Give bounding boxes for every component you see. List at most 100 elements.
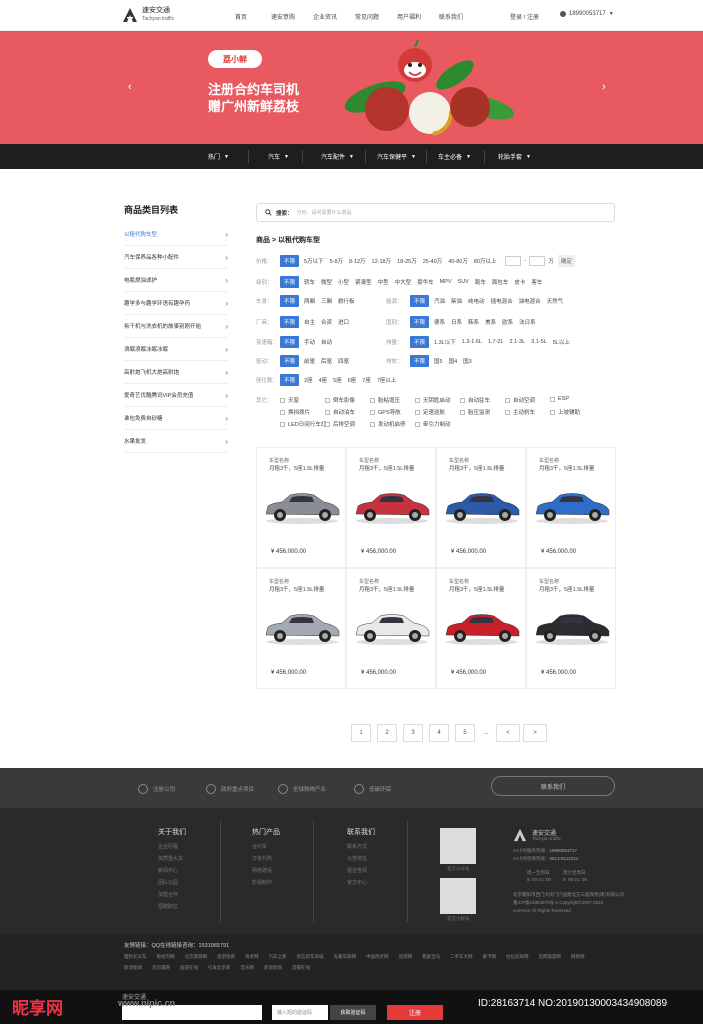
- friend-link[interactable]: 中国改装网: [366, 954, 389, 960]
- filter-option[interactable]: 1.3L以下: [434, 338, 456, 346]
- page-button[interactable]: 2: [377, 724, 397, 742]
- banner-next-icon[interactable]: ›: [602, 81, 606, 93]
- filter-option[interactable]: 韩系: [468, 318, 479, 326]
- filter-option[interactable]: 豪华车: [417, 278, 434, 286]
- filter-option[interactable]: 汽油: [434, 297, 445, 305]
- filter-option[interactable]: 三厢: [321, 297, 332, 305]
- footer-link[interactable]: 新闻中心: [158, 867, 178, 874]
- phone-dropdown[interactable]: 18990053717 ▼: [560, 11, 614, 17]
- friend-link[interactable]: 新浪新闻: [124, 965, 142, 971]
- filter-option[interactable]: 掀行板: [338, 297, 355, 305]
- filter-option[interactable]: 中大型: [395, 278, 412, 286]
- filter-all-button[interactable]: 不限: [280, 316, 300, 328]
- friend-link[interactable]: 优信新车商城: [297, 954, 324, 960]
- page-button[interactable]: 1: [351, 724, 371, 742]
- checkbox-icon[interactable]: [550, 396, 555, 402]
- nav-item-shop[interactable]: 速安意购: [262, 12, 304, 21]
- filter-option[interactable]: 紧凑型: [355, 278, 372, 286]
- checkbox-icon[interactable]: [415, 409, 420, 415]
- footer-link[interactable]: 订级代购: [252, 855, 272, 862]
- checkbox-icon[interactable]: [415, 397, 420, 403]
- filter-option[interactable]: 8-12万: [349, 257, 366, 265]
- friend-link[interactable]: 我爱宝马: [422, 954, 440, 960]
- friend-link[interactable]: 音乐网: [241, 965, 255, 971]
- filter-option[interactable]: 后驱: [321, 357, 332, 365]
- sidebar-item[interactable]: 拆干机与洗衣机的故事别刚开始 ›: [124, 315, 228, 338]
- filter-option[interactable]: 国5: [434, 357, 443, 365]
- feature-checkbox[interactable]: ESP: [550, 396, 625, 402]
- get-code-button[interactable]: 获取验证码: [330, 1005, 376, 1020]
- category-tires[interactable]: 轮胎手套 ▼: [498, 144, 531, 169]
- nav-item-faq[interactable]: 常见问题: [346, 12, 388, 21]
- page-button[interactable]: 3: [403, 724, 423, 742]
- sidebar-item[interactable]: 爱奇艺优酷腾讯VIP会员充值 ›: [124, 384, 228, 407]
- filter-option[interactable]: 国3: [463, 357, 472, 365]
- filter-option[interactable]: 5座: [333, 376, 342, 384]
- checkbox-icon[interactable]: [325, 409, 330, 415]
- filter-option[interactable]: 自动: [321, 338, 332, 346]
- friend-link[interactable]: 旅游指南: [217, 954, 235, 960]
- filter-all-button[interactable]: 不限: [280, 295, 300, 307]
- filter-all-button[interactable]: 不限: [280, 276, 300, 288]
- footer-link[interactable]: 企业历程: [158, 843, 178, 850]
- friend-link[interactable]: 首页属网: [152, 965, 170, 971]
- friend-link[interactable]: 驾考网: [245, 954, 259, 960]
- filter-option[interactable]: 进口: [338, 318, 349, 326]
- filter-option[interactable]: 5L以上: [553, 338, 570, 346]
- filter-option[interactable]: 4座: [319, 376, 328, 384]
- footer-link[interactable]: 招聘职位: [158, 903, 178, 910]
- filter-all-button[interactable]: 不限: [410, 355, 430, 367]
- sms-code-input[interactable]: 输入短的验证码: [272, 1005, 328, 1020]
- filter-all-button[interactable]: 不限: [280, 255, 300, 267]
- car-card[interactable]: 车型名称 月租3千，5座1.5L排量 ¥ 456,000.00: [346, 447, 436, 568]
- friend-link[interactable]: 引发北京新: [208, 965, 231, 971]
- friend-link[interactable]: 每经内网: [157, 954, 175, 960]
- sidebar-item[interactable]: 汽车保养品各种小配件 ›: [124, 246, 228, 269]
- filter-option[interactable]: 插电混合: [491, 297, 513, 305]
- footer-link[interactable]: 留言查阅: [347, 867, 367, 874]
- friend-link[interactable]: 拉拉冠尿网: [506, 954, 529, 960]
- page-button[interactable]: 4: [429, 724, 449, 742]
- filter-option[interactable]: 6座: [348, 376, 357, 384]
- friend-link[interactable]: 北京旅游网: [185, 954, 208, 960]
- checkbox-icon[interactable]: [280, 397, 285, 403]
- search-input[interactable]: 分好，请问需要什么商品: [297, 209, 352, 216]
- category-care[interactable]: 汽车保健平 ▼: [377, 144, 416, 169]
- filter-option[interactable]: 纯电动: [468, 297, 485, 305]
- filter-option[interactable]: 两厢: [304, 297, 315, 305]
- logo[interactable]: 速安交通 Tachyan traffic: [122, 7, 174, 23]
- checkbox-icon[interactable]: [370, 409, 375, 415]
- filter-option[interactable]: 1.7-2L: [488, 339, 504, 345]
- footer-link[interactable]: 公告地址: [347, 855, 367, 862]
- register-button[interactable]: 注册: [387, 1005, 443, 1020]
- checkbox-icon[interactable]: [505, 409, 510, 415]
- filter-option[interactable]: 皮卡: [514, 278, 525, 286]
- checkbox-icon[interactable]: [325, 421, 330, 427]
- filter-option[interactable]: 5-8万: [330, 257, 343, 265]
- banner-prev-icon[interactable]: ‹: [128, 81, 132, 93]
- checkbox-icon[interactable]: [460, 409, 465, 415]
- feature-checkbox[interactable]: 牵引力制动: [415, 420, 490, 428]
- category-hot[interactable]: 热门 ▼: [208, 144, 229, 169]
- car-card[interactable]: 车型名称 月租3千，5座1.5L排量 ¥ 456,000.00: [526, 447, 616, 568]
- filter-option[interactable]: MPV: [440, 279, 452, 285]
- friend-link[interactable]: 先看车部网: [334, 954, 357, 960]
- filter-all-button[interactable]: 不限: [410, 295, 430, 307]
- footer-link[interactable]: 资质重大关: [158, 855, 183, 862]
- checkbox-icon[interactable]: [415, 421, 420, 427]
- checkbox-icon[interactable]: [370, 421, 375, 427]
- contact-us-button[interactable]: 联系我们: [491, 776, 615, 796]
- login-link[interactable]: 登录 / 注册: [510, 12, 539, 21]
- friend-link[interactable]: 国旅在线: [180, 965, 198, 971]
- car-card[interactable]: 车型名称 月租3千，5座1.5L排量 ¥ 456,000.00: [526, 568, 616, 689]
- page-button[interactable]: 5: [455, 724, 475, 742]
- filter-option[interactable]: 客车: [531, 278, 542, 286]
- category-car[interactable]: 汽车 ▼: [268, 144, 289, 169]
- nav-item-home[interactable]: 首页: [220, 12, 262, 21]
- filter-all-button[interactable]: 不限: [280, 374, 300, 386]
- friend-link[interactable]: 汽车之家: [269, 954, 287, 960]
- sidebar-item[interactable]: 趣学多与趣学环语有趣孕药 ›: [124, 292, 228, 315]
- filter-option[interactable]: 天然气: [547, 297, 564, 305]
- filter-option[interactable]: 小型: [338, 278, 349, 286]
- sidebar-item[interactable]: 浪眠浪眠冰眠冰眠 ›: [124, 338, 228, 361]
